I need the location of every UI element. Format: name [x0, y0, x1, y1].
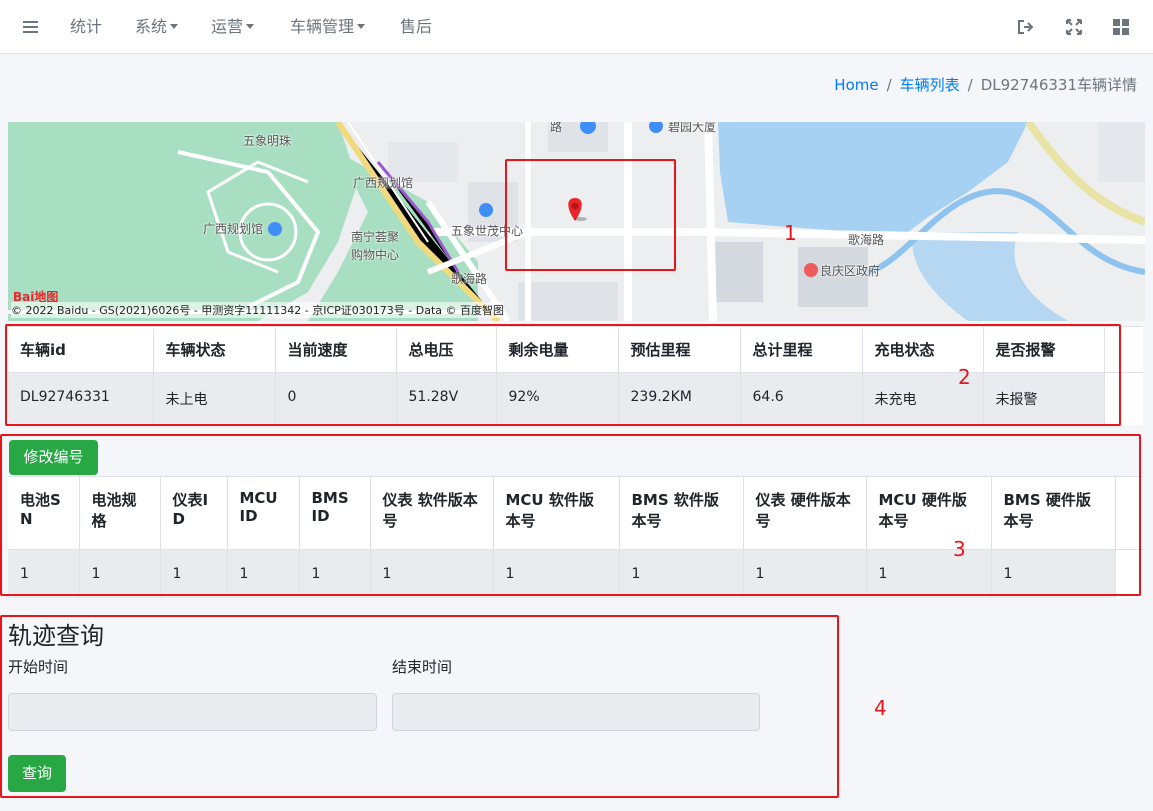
- column-header: 仪表 硬件版本号: [742, 476, 866, 550]
- column-header-spacer: [1103, 326, 1143, 373]
- column-header: MCU 硬件版本号: [865, 476, 991, 550]
- table-cell: 0: [274, 372, 396, 425]
- table-cell: 1: [990, 549, 1115, 598]
- annotation-number-4: 4: [874, 696, 887, 720]
- table-cell-spacer: [1103, 372, 1143, 425]
- start-time-input[interactable]: [8, 693, 377, 731]
- breadcrumb-home[interactable]: Home: [834, 76, 878, 94]
- annotation-number-1: 1: [784, 221, 797, 245]
- breadcrumb-vehicle-list[interactable]: 车辆列表: [900, 76, 960, 94]
- column-header: 电池SN: [8, 476, 79, 550]
- nav-item-stats[interactable]: 统计: [70, 0, 102, 54]
- nav-item-after-sales[interactable]: 售后: [400, 0, 432, 54]
- map-label: 五象世茂中心: [451, 224, 524, 238]
- table-cell: 1: [865, 549, 991, 598]
- nav-item-vehicle-management[interactable]: 车辆管理: [290, 0, 366, 54]
- annotation-number-3: 3: [953, 537, 966, 561]
- table-cell: 1: [78, 549, 160, 598]
- map-label: 南宁荟聚: [351, 230, 400, 244]
- table-cell: 1: [8, 549, 79, 598]
- end-time-label: 结束时间: [392, 658, 453, 676]
- table-cell: 1: [159, 549, 227, 598]
- column-header: 是否报警: [982, 326, 1104, 373]
- annotation-number-2: 2: [958, 365, 971, 389]
- column-header: MCU 软件版本号: [492, 476, 619, 550]
- caret-down-icon: [357, 23, 366, 29]
- map-label: 歌海路: [848, 233, 885, 247]
- nav-item-operations[interactable]: 运营: [211, 0, 255, 54]
- column-header: 剩余电量: [495, 326, 618, 373]
- column-header: 总电压: [395, 326, 496, 373]
- column-header: BMS ID: [298, 476, 370, 550]
- device-version-table: 电池SN 电池规格 仪表ID MCU ID BMS ID 仪表 软件版本号 MC…: [8, 476, 1143, 598]
- menu-icon[interactable]: [22, 17, 42, 37]
- table-cell: DL92746331: [8, 372, 153, 425]
- table-cell: 未上电: [152, 372, 275, 425]
- breadcrumb: Home / 车辆列表 / DL92746331车辆详情: [834, 74, 1137, 96]
- caret-down-icon: [246, 23, 255, 29]
- map-label: 购物中心: [351, 248, 400, 262]
- query-button[interactable]: 查询: [8, 755, 66, 792]
- table-row: DL92746331 未上电 0 51.28V 92% 239.2KM 64.6…: [8, 372, 1143, 425]
- column-header: 预估里程: [617, 326, 740, 373]
- table-header-row: 车辆id 车辆状态 当前速度 总电压 剩余电量 预估里程 总计里程 充电状态 是…: [8, 326, 1143, 373]
- map-label: 歌海路: [451, 272, 488, 286]
- table-cell: 1: [298, 549, 370, 598]
- column-header: MCU ID: [226, 476, 299, 550]
- column-header: 仪表 软件版本号: [369, 476, 493, 550]
- table-cell: 92%: [495, 372, 618, 425]
- map-label: 广西规划馆: [353, 176, 414, 190]
- breadcrumb-current: DL92746331车辆详情: [980, 76, 1137, 94]
- map-tiles: [8, 122, 1145, 321]
- vehicle-location-map[interactable]: 五象明珠 广西规划馆 广西规划馆 南宁荟聚 购物中心 五象世茂中心 歌海路 歌海…: [8, 122, 1145, 321]
- breadcrumb-separator: /: [886, 76, 892, 94]
- start-time-label: 开始时间: [8, 658, 69, 676]
- column-header: BMS 硬件版本号: [990, 476, 1115, 550]
- column-header: 车辆id: [8, 326, 153, 373]
- map-copyright: © 2022 Baidu - GS(2021)6026号 - 甲测资字11111…: [11, 302, 505, 318]
- table-cell: 1: [742, 549, 866, 598]
- edit-number-button[interactable]: 修改编号: [9, 440, 98, 475]
- column-header: 当前速度: [274, 326, 396, 373]
- column-header: 仪表ID: [159, 476, 227, 550]
- logout-icon[interactable]: [1016, 17, 1036, 37]
- table-header-row: 电池SN 电池规格 仪表ID MCU ID BMS ID 仪表 软件版本号 MC…: [8, 476, 1143, 550]
- table-cell: 1: [226, 549, 299, 598]
- table-cell-spacer: [1114, 549, 1143, 598]
- map-label: 广西规划馆: [203, 222, 264, 236]
- nav-item-system[interactable]: 系统: [135, 0, 179, 54]
- map-label: 五象明珠: [243, 134, 292, 148]
- column-header: 车辆状态: [152, 326, 275, 373]
- breadcrumb-separator: /: [967, 76, 973, 94]
- table-cell: 64.6: [739, 372, 862, 425]
- column-header: 电池规格: [78, 476, 160, 550]
- table-cell: 239.2KM: [617, 372, 740, 425]
- caret-down-icon: [170, 23, 179, 29]
- table-cell: 未报警: [982, 372, 1104, 425]
- end-time-input[interactable]: [392, 693, 760, 731]
- top-navbar: 统计 系统 运营 车辆管理 售后: [0, 0, 1153, 54]
- vehicle-status-table: 车辆id 车辆状态 当前速度 总电压 剩余电量 预估里程 总计里程 充电状态 是…: [8, 326, 1143, 425]
- fullscreen-icon[interactable]: [1064, 17, 1084, 37]
- grid-icon[interactable]: [1111, 17, 1131, 37]
- table-cell: 1: [369, 549, 493, 598]
- track-query-title: 轨迹查询: [8, 622, 104, 650]
- table-cell: 51.28V: [395, 372, 496, 425]
- column-header: BMS 软件版本号: [618, 476, 743, 550]
- map-label: 路: [550, 122, 563, 134]
- map-label: 碧园大厦: [668, 122, 717, 134]
- table-cell: 1: [492, 549, 619, 598]
- column-header: 总计里程: [739, 326, 862, 373]
- column-header-spacer: [1114, 476, 1143, 550]
- table-row: 1 1 1 1 1 1 1 1 1 1 1: [8, 549, 1143, 598]
- map-label: 良庆区政府: [820, 264, 881, 278]
- table-cell: 1: [618, 549, 743, 598]
